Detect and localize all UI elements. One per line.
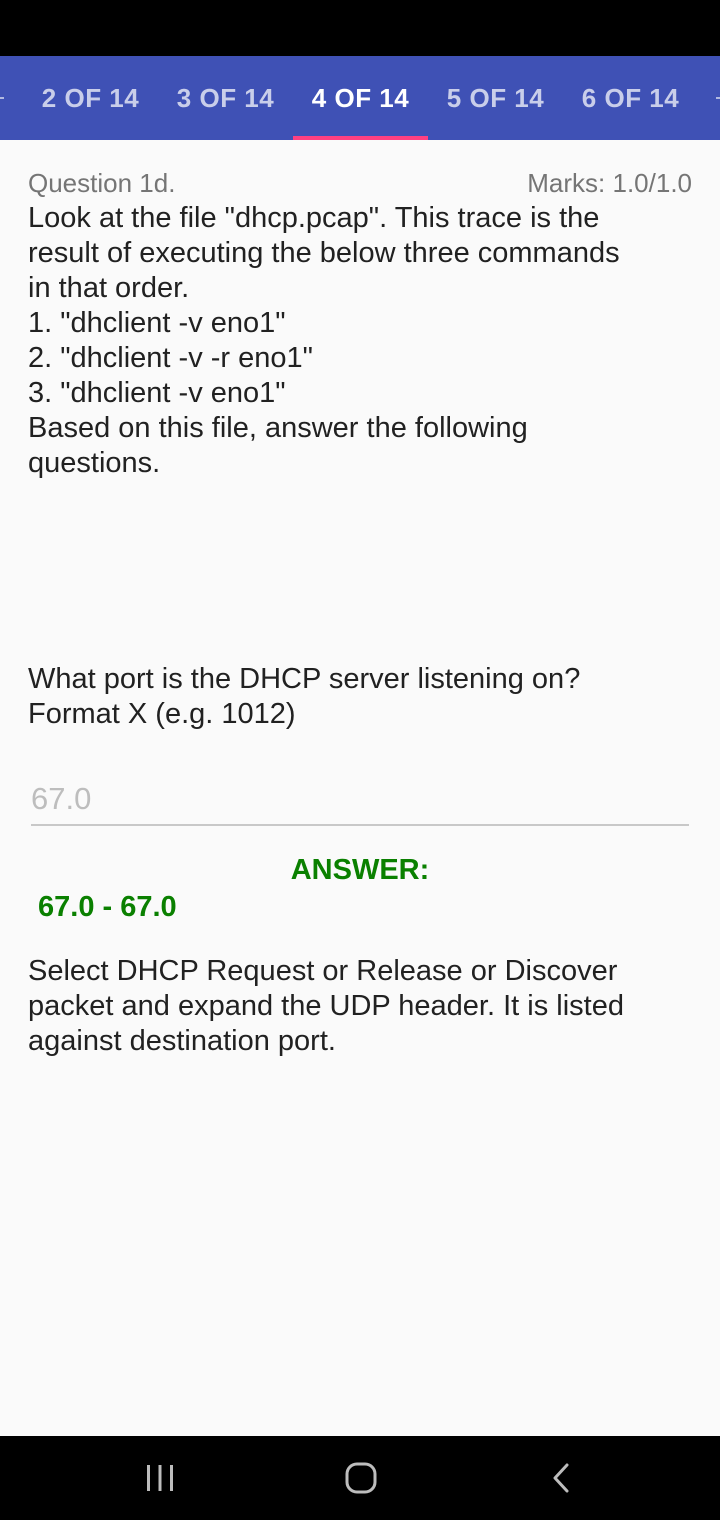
explanation-line: against destination port.	[28, 1025, 336, 1057]
next-tab-edge	[716, 97, 720, 99]
tab-question-6[interactable]: 6 OF 14	[563, 56, 698, 140]
back-button[interactable]	[502, 1436, 622, 1520]
question-marks: Marks: 1.0/1.0	[527, 168, 692, 198]
answer-range: 67.0 - 67.0	[38, 891, 177, 923]
recents-button[interactable]	[100, 1436, 220, 1520]
system-navigation-bar	[0, 1436, 720, 1520]
question-body: Look at the file "dhcp.pcap". This trace…	[28, 201, 692, 481]
answer-explanation: Select DHCP Request or Release or Discov…	[28, 954, 692, 1059]
answer-input[interactable]: 67.0	[31, 772, 689, 826]
question-line: result of executing the below three comm…	[28, 237, 620, 269]
tab-question-3[interactable]: 3 OF 14	[158, 56, 293, 140]
question-line: Based on this file, answer the following	[28, 412, 528, 444]
status-bar	[0, 0, 720, 56]
explanation-line: packet and expand the UDP header. It is …	[28, 990, 624, 1022]
question-label: Question 1d.	[28, 168, 176, 198]
question-tab-bar: 2 OF 14 3 OF 14 4 OF 14 5 OF 14 6 OF 14	[0, 56, 720, 140]
question-line: in that order.	[28, 272, 190, 304]
previous-tab-edge	[0, 97, 4, 99]
question-line: questions.	[28, 447, 161, 479]
question-prompt-line: What port is the DHCP server listening o…	[28, 663, 581, 695]
back-icon	[553, 1463, 569, 1493]
question-line: 2. "dhclient -v -r eno1"	[28, 342, 313, 374]
question-prompt-line: Format X (e.g. 1012)	[28, 698, 296, 730]
home-icon	[345, 1462, 377, 1494]
question-header: Question 1d. Marks: 1.0/1.0	[28, 168, 692, 204]
explanation-line: Select DHCP Request or Release or Discov…	[28, 955, 618, 987]
home-button[interactable]	[301, 1436, 421, 1520]
tab-question-5[interactable]: 5 OF 14	[428, 56, 563, 140]
question-line: 3. "dhclient -v eno1"	[28, 377, 286, 409]
question-prompt: What port is the DHCP server listening o…	[28, 662, 692, 732]
answer-heading: ANSWER:	[290, 854, 430, 886]
tab-question-2[interactable]: 2 OF 14	[23, 56, 158, 140]
recents-icon	[147, 1465, 173, 1491]
question-content: Question 1d. Marks: 1.0/1.0 Look at the …	[28, 168, 692, 481]
question-line: 1. "dhclient -v eno1"	[28, 307, 286, 339]
question-line: Look at the file "dhcp.pcap". This trace…	[28, 202, 600, 234]
active-tab-indicator	[293, 136, 428, 140]
tab-question-4[interactable]: 4 OF 14	[293, 56, 428, 140]
